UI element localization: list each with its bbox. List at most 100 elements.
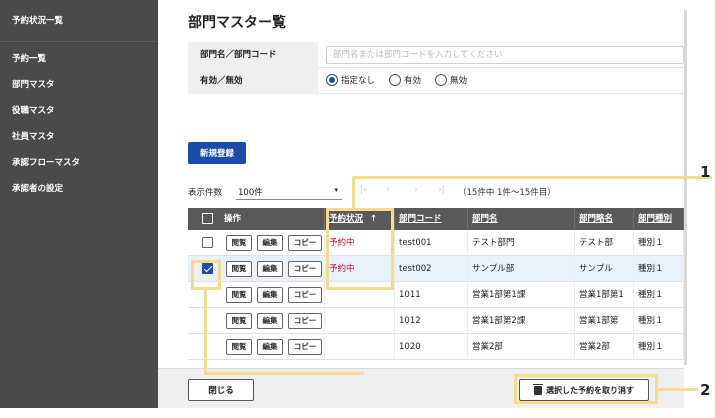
header-ops: 操作 bbox=[188, 208, 325, 230]
header-short[interactable]: 部門略名 bbox=[575, 208, 634, 230]
table-row: 閲覧 編集 コピー 予約中 test001 テスト部門 テスト部 種別１ bbox=[188, 230, 684, 256]
radio-active[interactable]: 有効 bbox=[389, 74, 421, 86]
sort-up-icon: ↑ bbox=[369, 214, 378, 224]
radio-dot[interactable] bbox=[435, 74, 448, 86]
callout-number-2: 2 bbox=[700, 381, 711, 399]
callout-connector bbox=[658, 388, 698, 391]
edit-button[interactable]: 編集 bbox=[257, 235, 283, 251]
row-actions-cell: 閲覧 編集 コピー bbox=[188, 282, 325, 308]
copy-button[interactable]: コピー bbox=[288, 287, 322, 303]
select-all-checkbox[interactable] bbox=[202, 213, 213, 224]
row-actions-cell: 閲覧 編集 コピー bbox=[188, 256, 325, 282]
radio-label: 無効 bbox=[450, 76, 468, 86]
filter-row-name: 部門名／部門コード bbox=[188, 42, 684, 68]
cancel-reservation-label: 選択した予約を取り消す bbox=[546, 385, 634, 395]
page-size-label: 表示件数 bbox=[188, 188, 223, 198]
callout-number-1: 1 bbox=[700, 163, 711, 181]
table-row: 閲覧 編集 コピー 1011 営業1部第1課 営業1部第1 種別１ bbox=[188, 282, 684, 308]
radio-unspecified[interactable]: 指定なし bbox=[326, 74, 375, 86]
copy-button[interactable]: コピー bbox=[288, 235, 322, 251]
row-checkbox[interactable] bbox=[202, 263, 213, 274]
scrollbar[interactable] bbox=[684, 10, 687, 365]
filter-row-active: 有効／無効 指定なし 有効 無効 bbox=[188, 68, 684, 94]
cell-code: 1020 bbox=[395, 334, 468, 360]
edit-button[interactable]: 編集 bbox=[257, 287, 283, 303]
sidebar-item-approval-flow[interactable]: 承認フローマスタ bbox=[0, 150, 158, 176]
close-button[interactable]: 閉じる bbox=[188, 379, 254, 401]
sidebar-brand[interactable]: 予約状況一覧 bbox=[0, 0, 158, 42]
cell-type: 種別１ bbox=[634, 282, 684, 308]
cell-type: 種別１ bbox=[634, 308, 684, 334]
header-ops-label: 操作 bbox=[224, 214, 242, 224]
cell-name: 営業1部第2課 bbox=[468, 308, 575, 334]
copy-button[interactable]: コピー bbox=[288, 313, 322, 329]
radio-dot[interactable] bbox=[326, 74, 338, 86]
edit-button[interactable]: 編集 bbox=[257, 339, 283, 355]
sidebar-item-reservations[interactable]: 予約一覧 bbox=[0, 46, 158, 72]
cancel-reservation-button[interactable]: 選択した予約を取り消す bbox=[519, 379, 649, 401]
sidebar-item-approvers[interactable]: 承認者の設定 bbox=[0, 176, 158, 202]
cell-status bbox=[325, 308, 395, 334]
cell-code: 1011 bbox=[395, 282, 468, 308]
view-button[interactable]: 閲覧 bbox=[226, 313, 252, 329]
row-actions-cell: 閲覧 編集 コピー bbox=[188, 230, 325, 256]
view-button[interactable]: 閲覧 bbox=[226, 235, 252, 251]
cell-code: test002 bbox=[395, 256, 468, 282]
cell-status bbox=[325, 334, 395, 360]
header-status[interactable]: 予約状況 ↑ bbox=[325, 208, 395, 230]
radio-dot[interactable] bbox=[389, 74, 402, 86]
header-code-label: 部門コード bbox=[399, 214, 442, 224]
sidebar-item-departments[interactable]: 部門マスタ bbox=[0, 72, 158, 98]
copy-button[interactable]: コピー bbox=[288, 261, 322, 277]
last-page-icon[interactable]: ›| bbox=[438, 185, 445, 195]
sidebar: 予約状況一覧 予約一覧 部門マスタ 役職マスタ 社員マスタ 承認フローマスタ 承… bbox=[0, 0, 158, 408]
cell-type: 種別１ bbox=[634, 256, 684, 282]
cell-short: テスト部 bbox=[575, 230, 634, 256]
callout-connector bbox=[352, 177, 355, 210]
cell-status: 予約中 bbox=[325, 230, 395, 256]
cell-type: 種別１ bbox=[634, 334, 684, 360]
header-type[interactable]: 部門種別 bbox=[634, 208, 684, 230]
search-input[interactable] bbox=[326, 46, 684, 64]
row-actions-cell: 閲覧 編集 コピー bbox=[188, 334, 325, 360]
prev-page-icon[interactable]: ‹ bbox=[386, 185, 390, 195]
sidebar-item-positions[interactable]: 役職マスタ bbox=[0, 98, 158, 124]
chevron-down-icon: ▾ bbox=[334, 186, 338, 194]
cell-short: サンプル bbox=[575, 256, 634, 282]
table-row: 閲覧 編集 コピー 1012 営業1部第2課 営業1部第 種別１ bbox=[188, 308, 684, 334]
view-button[interactable]: 閲覧 bbox=[226, 261, 252, 277]
page-size-value: 100件 bbox=[238, 188, 263, 198]
page-size-select[interactable]: 100件 ▾ bbox=[236, 184, 342, 200]
row-checkbox[interactable] bbox=[202, 237, 213, 248]
header-name-label: 部門名 bbox=[472, 214, 498, 224]
cell-code: 1012 bbox=[395, 308, 468, 334]
new-register-button[interactable]: 新規登録 bbox=[188, 142, 246, 164]
table-header: 操作 予約状況 ↑ 部門コード 部門名 部門略名 部門種別 bbox=[188, 208, 684, 230]
radio-label: 有効 bbox=[404, 76, 422, 86]
callout-connector bbox=[204, 372, 364, 375]
header-status-label: 予約状況 bbox=[329, 214, 364, 224]
cell-type: 種別１ bbox=[634, 230, 684, 256]
header-type-label: 部門種別 bbox=[638, 214, 673, 224]
sidebar-item-employees[interactable]: 社員マスタ bbox=[0, 124, 158, 150]
cell-code: test001 bbox=[395, 230, 468, 256]
view-button[interactable]: 閲覧 bbox=[226, 287, 252, 303]
edit-button[interactable]: 編集 bbox=[257, 313, 283, 329]
edit-button[interactable]: 編集 bbox=[257, 261, 283, 277]
filter-active-label: 有効／無効 bbox=[188, 68, 318, 94]
radio-inactive[interactable]: 無効 bbox=[435, 74, 467, 86]
header-name[interactable]: 部門名 bbox=[468, 208, 575, 230]
pager: 表示件数 100件 ▾ |‹ ‹ › ›| （15件中 1件〜15件目） bbox=[188, 184, 684, 200]
first-page-icon[interactable]: |‹ bbox=[360, 185, 367, 195]
cell-status bbox=[325, 282, 395, 308]
copy-button[interactable]: コピー bbox=[288, 339, 322, 355]
cell-status: 予約中 bbox=[325, 256, 395, 282]
header-code[interactable]: 部門コード bbox=[395, 208, 468, 230]
row-actions-cell: 閲覧 編集 コピー bbox=[188, 308, 325, 334]
trash-icon bbox=[533, 383, 543, 395]
next-page-icon[interactable]: › bbox=[414, 185, 418, 195]
table-row: 閲覧 編集 コピー 予約中 test002 サンプル部 サンプル 種別１ bbox=[188, 256, 684, 282]
view-button[interactable]: 閲覧 bbox=[226, 339, 252, 355]
filter-name-label: 部門名／部門コード bbox=[188, 42, 318, 68]
cell-short: 営業1部第1 bbox=[575, 282, 634, 308]
